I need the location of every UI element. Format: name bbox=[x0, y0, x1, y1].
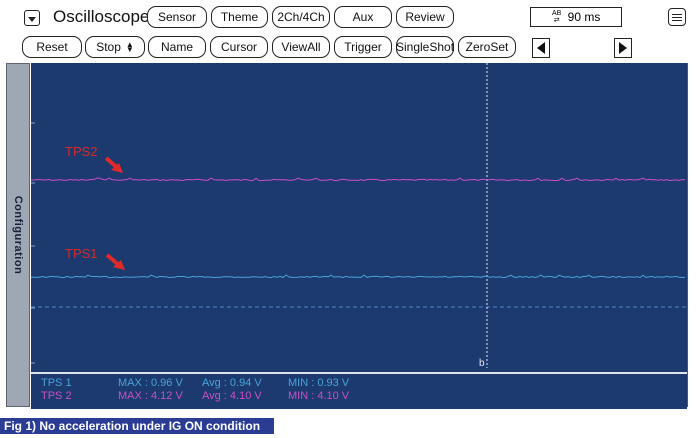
viewall-button[interactable]: ViewAll bbox=[272, 36, 330, 58]
toolbar-top: Oscilloscope Sensor Theme 2Ch/4Ch Aux Re… bbox=[0, 0, 700, 31]
tab-aux[interactable]: Aux bbox=[334, 6, 392, 28]
tab-2ch-4ch[interactable]: 2Ch/4Ch bbox=[272, 6, 330, 28]
tps1-arrow-icon bbox=[105, 253, 125, 270]
tab-sensor[interactable]: Sensor bbox=[147, 6, 207, 28]
tps2-waveform bbox=[31, 177, 686, 182]
cursor-b-label: b bbox=[479, 358, 485, 369]
configuration-side-tab[interactable]: Configuration bbox=[6, 63, 30, 407]
trigger-button[interactable]: Trigger bbox=[334, 36, 392, 58]
channel-stats: TPS 1 MAX : 0.96 V Avg : 0.94 V MIN : 0.… bbox=[31, 372, 687, 409]
stats-avg: Avg : 0.94 V bbox=[202, 377, 262, 389]
tab-review[interactable]: Review bbox=[396, 6, 454, 28]
reset-button[interactable]: Reset bbox=[22, 36, 82, 58]
stop-label: Stop bbox=[96, 40, 121, 54]
name-button[interactable]: Name bbox=[148, 36, 206, 58]
stats-channel-name: TPS 1 bbox=[41, 377, 72, 389]
stats-avg: Avg : 4.10 V bbox=[202, 390, 262, 402]
tab-theme[interactable]: Theme bbox=[211, 6, 268, 28]
stats-row-tps1: TPS 1 MAX : 0.96 V Avg : 0.94 V MIN : 0.… bbox=[31, 377, 687, 390]
stop-button[interactable]: Stop ▲ ▼ bbox=[85, 36, 145, 58]
dropdown-menu-icon[interactable] bbox=[24, 10, 40, 26]
stats-channel-name: TPS 2 bbox=[41, 390, 72, 402]
stats-max: MAX : 0.96 V bbox=[118, 377, 183, 389]
configuration-label: Configuration bbox=[12, 195, 24, 275]
time-display-value: 90 ms bbox=[567, 10, 601, 24]
app-title: Oscilloscope bbox=[53, 7, 150, 26]
toolbar-controls: Reset Stop ▲ ▼ Name Cursor ViewAll Trigge… bbox=[0, 31, 700, 89]
stats-row-tps2: TPS 2 MAX : 4.12 V Avg : 4.10 V MIN : 4.… bbox=[31, 390, 687, 403]
stats-min: MIN : 4.10 V bbox=[288, 390, 350, 402]
triangle-left-icon bbox=[537, 42, 545, 54]
stats-max: MAX : 4.12 V bbox=[118, 390, 183, 402]
singleshot-button[interactable]: SingleShot bbox=[396, 36, 454, 58]
prev-time-button[interactable] bbox=[532, 38, 550, 58]
hamburger-menu-icon[interactable] bbox=[668, 8, 686, 26]
waveform-canvas bbox=[31, 63, 687, 368]
next-time-button[interactable] bbox=[614, 38, 632, 58]
up-down-icon: ▲ ▼ bbox=[125, 40, 134, 54]
tps1-annotation: TPS1 bbox=[65, 246, 98, 261]
tps1-waveform bbox=[31, 274, 686, 279]
oscilloscope-plot[interactable]: TPS2 TPS1 b bbox=[31, 63, 688, 407]
figure-caption: Fig 1) No acceleration under IG ON condi… bbox=[0, 418, 274, 434]
y-axis-ticks bbox=[31, 122, 35, 364]
triangle-right-icon bbox=[619, 42, 627, 54]
time-display: AB ⇄ 90 ms bbox=[530, 7, 622, 27]
tps2-annotation: TPS2 bbox=[65, 144, 98, 159]
tps2-arrow-icon bbox=[104, 156, 123, 173]
ab-cursor-icon: AB ⇄ bbox=[551, 10, 562, 24]
zeroset-button[interactable]: ZeroSet bbox=[458, 36, 516, 58]
cursor-button[interactable]: Cursor bbox=[210, 36, 268, 58]
stats-min: MIN : 0.93 V bbox=[288, 377, 350, 389]
